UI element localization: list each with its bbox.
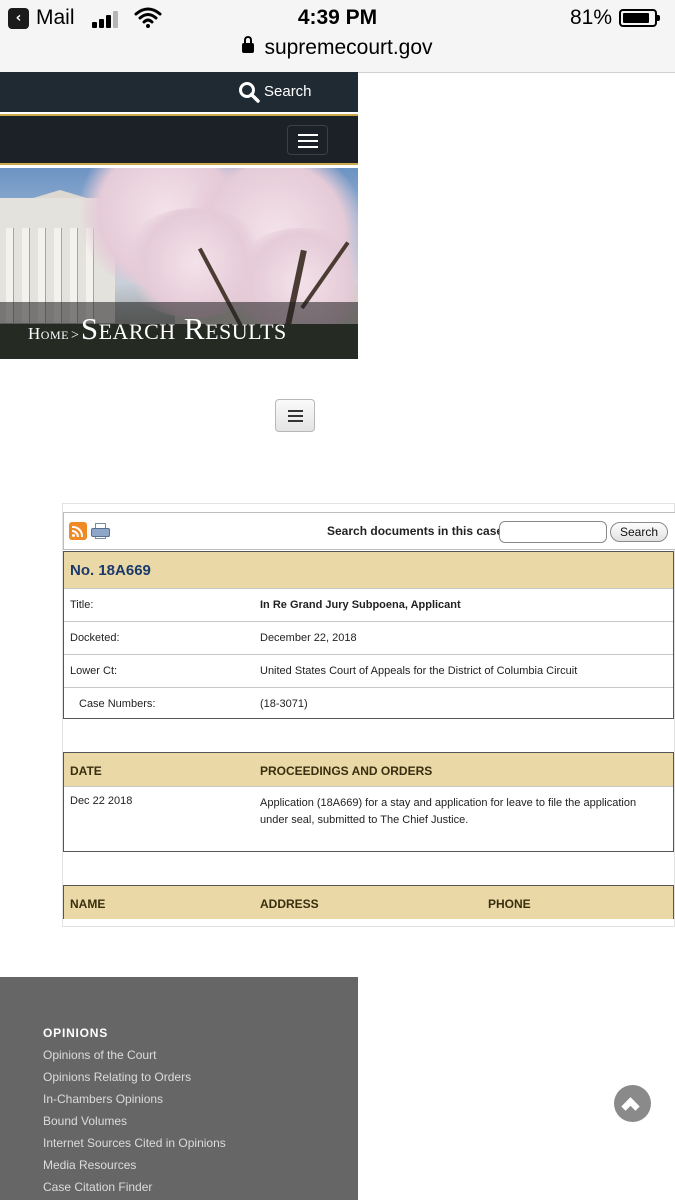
footer-link[interactable]: Opinions of the Court (43, 1048, 156, 1062)
column-header: DATE (70, 764, 102, 778)
proceedings-header: DATE PROCEEDINGS AND ORDERS (64, 752, 673, 786)
battery-percent: 81% (570, 6, 613, 29)
field-label: Docketed: (70, 632, 120, 644)
footer-link[interactable]: Opinions Relating to Orders (43, 1070, 191, 1084)
site-search-link[interactable]: Search (238, 72, 312, 112)
back-to-top-icon[interactable] (614, 1085, 651, 1122)
status-bar: ‹ Mail 4:39 PM 81% supremecourt.gov (0, 0, 675, 73)
case-field-row: Title: In Re Grand Jury Subpoena, Applic… (64, 588, 673, 621)
contacts-header: NAME ADDRESS PHONE (64, 885, 673, 919)
docket-toolbar: Search documents in this case: Search (63, 512, 675, 550)
section-menu-button[interactable] (275, 399, 315, 432)
case-field-row: Lower Ct: United States Court of Appeals… (64, 654, 673, 687)
breadcrumb-home-link[interactable]: Home (28, 324, 69, 343)
proceeding-text: Application (18A669) for a stay and appl… (260, 797, 637, 826)
case-info-table: No. 18A669 Title: In Re Grand Jury Subpo… (63, 551, 674, 719)
main-nav-bar (0, 114, 358, 165)
footer-link[interactable]: In-Chambers Opinions (43, 1092, 163, 1106)
contacts-table: NAME ADDRESS PHONE (63, 885, 674, 919)
docket-search-input[interactable] (499, 521, 607, 543)
case-number-band: No. 18A669 (64, 551, 673, 588)
table-row: Dec 22 2018 Application (18A669) for a s… (64, 786, 673, 851)
battery-icon (619, 9, 660, 27)
field-value: In Re Grand Jury Subpoena, Applicant (260, 599, 461, 611)
breadcrumb: Home >Search Results (28, 311, 287, 347)
field-label: Case Numbers: (79, 698, 156, 710)
field-value: December 22, 2018 (260, 632, 357, 644)
column-header: NAME (70, 897, 106, 911)
printer-icon[interactable] (91, 523, 110, 540)
url-text: supremecourt.gov (264, 36, 433, 59)
case-number: No. 18A669 (70, 562, 151, 579)
site-search-label: Search (264, 83, 312, 100)
column-header: PROCEEDINGS AND ORDERS (260, 764, 433, 778)
case-field-row: Case Numbers: (18-3071) (64, 687, 673, 720)
field-value: (18-3071) (260, 698, 308, 710)
footer-link[interactable]: Media Resources (43, 1158, 136, 1172)
field-value: United States Court of Appeals for the D… (260, 665, 578, 677)
field-label: Title: (70, 599, 94, 611)
hero-banner: Home >Search Results (0, 168, 358, 359)
breadcrumb-separator: > (70, 328, 79, 343)
field-label: Lower Ct: (70, 665, 118, 677)
column-header: ADDRESS (260, 897, 319, 911)
proceeding-date: Dec 22 2018 (70, 795, 133, 807)
site-footer: OPINIONS Opinions of the Court Opinions … (0, 977, 358, 1200)
footer-link[interactable]: Bound Volumes (43, 1114, 127, 1128)
search-icon (239, 82, 260, 103)
proceedings-table: DATE PROCEEDINGS AND ORDERS Dec 22 2018 … (63, 752, 674, 852)
site-search-strip: Search (0, 72, 358, 112)
case-field-row: Docketed: December 22, 2018 (64, 621, 673, 654)
docket-search-label: Search documents in this case: (327, 524, 508, 538)
address-bar[interactable]: supremecourt.gov (0, 36, 675, 60)
docket-search-button[interactable]: Search (610, 522, 668, 542)
footer-link[interactable]: Internet Sources Cited in Opinions (43, 1136, 226, 1150)
page-title: Search Results (80, 311, 287, 346)
rss-icon[interactable] (69, 522, 87, 540)
footer-heading: OPINIONS (43, 1026, 109, 1040)
footer-link[interactable]: Case Citation Finder (43, 1180, 152, 1194)
hamburger-icon[interactable] (287, 125, 328, 155)
column-header: PHONE (488, 897, 531, 911)
lock-icon (242, 36, 255, 53)
